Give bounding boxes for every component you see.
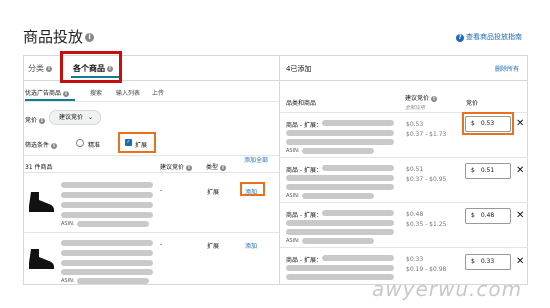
highlight-box-add [240,182,265,196]
bid-label: 竞价 i [25,115,46,124]
highlight-box-bid [462,112,514,135]
product-title-redacted [322,165,394,171]
info-icon[interactable]: i [220,164,227,171]
added-list-header [280,81,528,113]
suggested-range: $0.37 - $1.73 [406,131,447,138]
info-icon[interactable]: i [63,90,70,97]
watermark: awyerwu.com [372,277,523,301]
chevron-down-icon: ⌄ [88,114,94,121]
product-name: 商品 - 扩展： [286,167,322,174]
close-icon[interactable]: ✕ [516,257,524,267]
delete-all-link[interactable]: 删除所有 [495,64,519,73]
added-count-header: 4已添加 [286,65,312,73]
bid-input[interactable]: $0.33 [465,254,511,270]
suggested-range: $0.37 - $0.95 [406,176,447,183]
product-title-redacted [286,184,394,190]
subtab-enter-list[interactable]: 输入列表 [116,88,140,97]
product-title-redacted [322,210,394,216]
info-icon[interactable]: i [46,65,52,72]
asin-redacted [302,148,374,154]
info-icon[interactable]: i [431,95,438,102]
subtab-suggested[interactable]: 优选广告商品 i [25,88,70,97]
product-title-redacted [61,260,153,266]
suggested-range: $0.19 - $0.98 [406,266,447,273]
match-type: 扩展 [207,243,220,250]
product-list-header [23,155,279,173]
asin-label: ASIN: [61,221,75,227]
product-title-redacted [61,182,153,188]
close-icon[interactable]: ✕ [516,166,524,176]
suggested-range: $0.35 - $1.25 [406,221,447,228]
product-title-redacted [61,250,153,256]
help-icon: ? [456,34,464,42]
product-title-redacted [286,265,394,271]
product-title-redacted [322,255,394,261]
product-title-redacted [322,120,394,126]
shoe-icon [29,249,54,269]
product-title-redacted [286,220,394,226]
subtab-active-underline [25,99,75,101]
col-suggested-bid: 建议竞价 i [405,93,438,102]
shoe-icon [29,192,54,212]
info-icon[interactable]: i [186,164,193,171]
suggested-price: $0.48 [406,211,424,218]
filter-exact-label: 精准 [88,142,101,149]
info-icon[interactable]: i [39,117,46,124]
product-title-redacted [61,202,153,208]
subtab-search[interactable]: 搜索 [90,88,102,97]
asin-label: ASIN: [61,278,75,284]
info-icon[interactable]: i [85,33,95,42]
col-suggested-bid: 建议竞价 i [160,162,193,171]
asin-label: ASIN: [286,238,300,244]
page-title: 商品投放 i [23,26,95,47]
product-title-redacted [286,229,394,235]
suggested-price: $0.51 [406,166,424,173]
highlight-box-red [60,51,122,83]
product-title-redacted [286,139,394,145]
add-button[interactable]: 添加 [245,241,257,250]
asin-redacted [302,193,374,199]
suggested-bid-value: - [160,241,163,248]
info-icon[interactable]: i [51,142,58,149]
bid-input[interactable]: $0.48 [465,208,511,224]
product-title-redacted [61,192,153,198]
col-type: 类型 i [206,162,227,171]
filter-label: 筛选条件 i [25,140,58,149]
product-title-redacted [61,212,153,218]
product-title-redacted [61,269,153,275]
asin-redacted [77,278,149,284]
product-name: 商品 - 扩展： [286,122,322,129]
tab-category[interactable]: 分类 i [28,63,52,74]
highlight-box-expanded [118,132,156,153]
product-count: 31 件商品 [25,164,53,171]
col-product: 品类和商品 [286,100,317,107]
match-type: 扩展 [207,189,220,196]
product-name: 商品 - 扩展： [286,257,322,264]
product-title-redacted [286,130,394,136]
guide-link[interactable]: ? 查看商品投放指南 [456,32,522,42]
product-title-redacted [286,175,394,181]
subtab-upload[interactable]: 上传 [152,88,164,97]
suggested-price: $0.53 [406,121,424,128]
filter-exact-checkbox[interactable] [76,139,84,147]
close-icon[interactable]: ✕ [516,119,524,129]
asin-redacted [77,221,149,227]
product-title-redacted [61,240,153,246]
add-all-link[interactable]: 添加全部 [244,157,276,165]
asin-label: ASIN: [286,193,300,199]
suggested-price: $0.33 [406,256,424,263]
product-name: 商品 - 扩展： [286,212,322,219]
close-icon[interactable]: ✕ [516,211,524,221]
bid-input[interactable]: $0.51 [465,163,511,179]
suggested-bid-value: - [160,187,163,194]
col-bid: 竞价 [466,100,479,107]
apply-all-link[interactable]: 全部应用 [405,104,425,111]
asin-label: ASIN: [286,148,300,154]
bid-select[interactable]: 建议竞价 ⌄ [49,110,101,125]
asin-redacted [302,238,374,244]
